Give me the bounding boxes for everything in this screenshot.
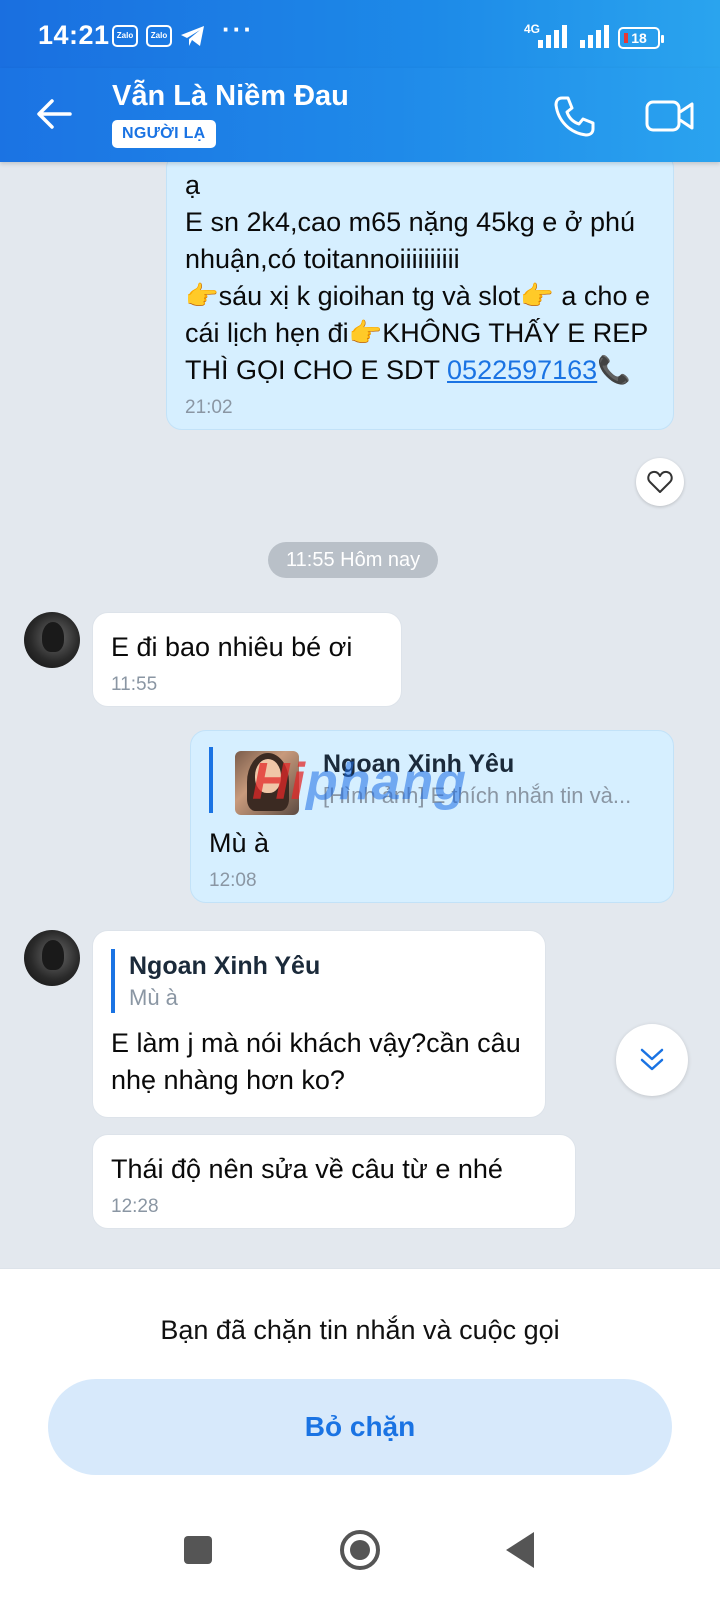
signal-icon: [580, 25, 609, 48]
chat-messages[interactable]: ạ E sn 2k4,cao m65 nặng 45kg e ở phú nhu…: [0, 162, 720, 1268]
status-bar: 14:21 Zalo Zalo ··· 4G 18: [0, 0, 720, 68]
message-bubble[interactable]: ạ E sn 2k4,cao m65 nặng 45kg e ở phú nhu…: [166, 162, 674, 430]
zalo-notification-icon: Zalo: [112, 25, 138, 47]
telegram-icon: [181, 26, 204, 46]
scroll-to-bottom-button[interactable]: [616, 1024, 688, 1096]
more-notifications-icon: ···: [222, 14, 254, 44]
video-call-icon[interactable]: [644, 96, 696, 136]
heart-icon: [647, 470, 673, 493]
back-arrow-icon[interactable]: [34, 96, 74, 132]
message-bubble[interactable]: Thái độ nên sửa về câu từ e nhé 12:28: [92, 1134, 576, 1229]
contact-name[interactable]: Vẫn Là Niềm Đau: [112, 80, 349, 113]
date-divider: 11:55 Hôm nay: [268, 542, 439, 578]
home-button[interactable]: [340, 1530, 380, 1570]
message-text: E đi bao nhiêu bé ơi: [111, 632, 353, 662]
blocked-panel: Bạn đã chặn tin nhắn và cuộc gọi Bỏ chặn: [0, 1268, 720, 1500]
recent-apps-button[interactable]: [184, 1536, 212, 1564]
message-bubble[interactable]: Ngoan Xinh Yêu Mù à E làm j mà nói khách…: [92, 930, 546, 1118]
signal-icon: [538, 25, 567, 48]
phone-number-link[interactable]: 0522597163: [447, 355, 597, 385]
double-chevron-down-icon: [640, 1048, 664, 1071]
status-time: 14:21: [38, 20, 110, 50]
zalo-notification-icon: Zalo: [146, 25, 172, 47]
back-button[interactable]: [506, 1532, 534, 1568]
reply-preview-text: Mù à: [129, 985, 178, 1010]
message-text: ạ E sn 2k4,cao m65 nặng 45kg e ở phú nhu…: [185, 170, 650, 385]
watermark-logo: Hiphang: [252, 753, 467, 811]
chat-header: Vẫn Là Niềm Đau NGƯỜI LẠ: [0, 68, 720, 162]
avatar[interactable]: [24, 612, 80, 668]
stranger-badge: NGƯỜI LẠ: [112, 120, 216, 148]
message-time: 11:55: [111, 674, 158, 695]
avatar[interactable]: [24, 930, 80, 986]
message-bubble[interactable]: E đi bao nhiêu bé ơi 11:55: [92, 612, 402, 707]
unblock-button[interactable]: Bỏ chặn: [48, 1379, 672, 1475]
reply-sender-name: Ngoan Xinh Yêu: [129, 952, 321, 980]
phone-icon[interactable]: [552, 94, 596, 138]
message-text: Thái độ nên sửa về câu từ e nhé: [111, 1154, 503, 1184]
message-text: Mù à: [209, 828, 270, 858]
phone-emoji-icon: 📞: [597, 355, 631, 385]
system-navigation-bar: [0, 1500, 720, 1600]
message-time: 12:28: [111, 1196, 159, 1217]
message-text: E làm j mà nói khách vậy?cần câu nhẹ nhà…: [111, 1028, 529, 1095]
battery-level: 18: [631, 30, 647, 46]
reply-quote[interactable]: Ngoan Xinh Yêu Mù à: [111, 949, 527, 1013]
message-time: 12:08: [209, 870, 257, 891]
battery-icon: 18: [618, 27, 664, 49]
message-time: 21:02: [185, 397, 233, 418]
blocked-notice: Bạn đã chặn tin nhắn và cuộc gọi: [160, 1315, 560, 1345]
react-heart-button[interactable]: [636, 458, 684, 506]
